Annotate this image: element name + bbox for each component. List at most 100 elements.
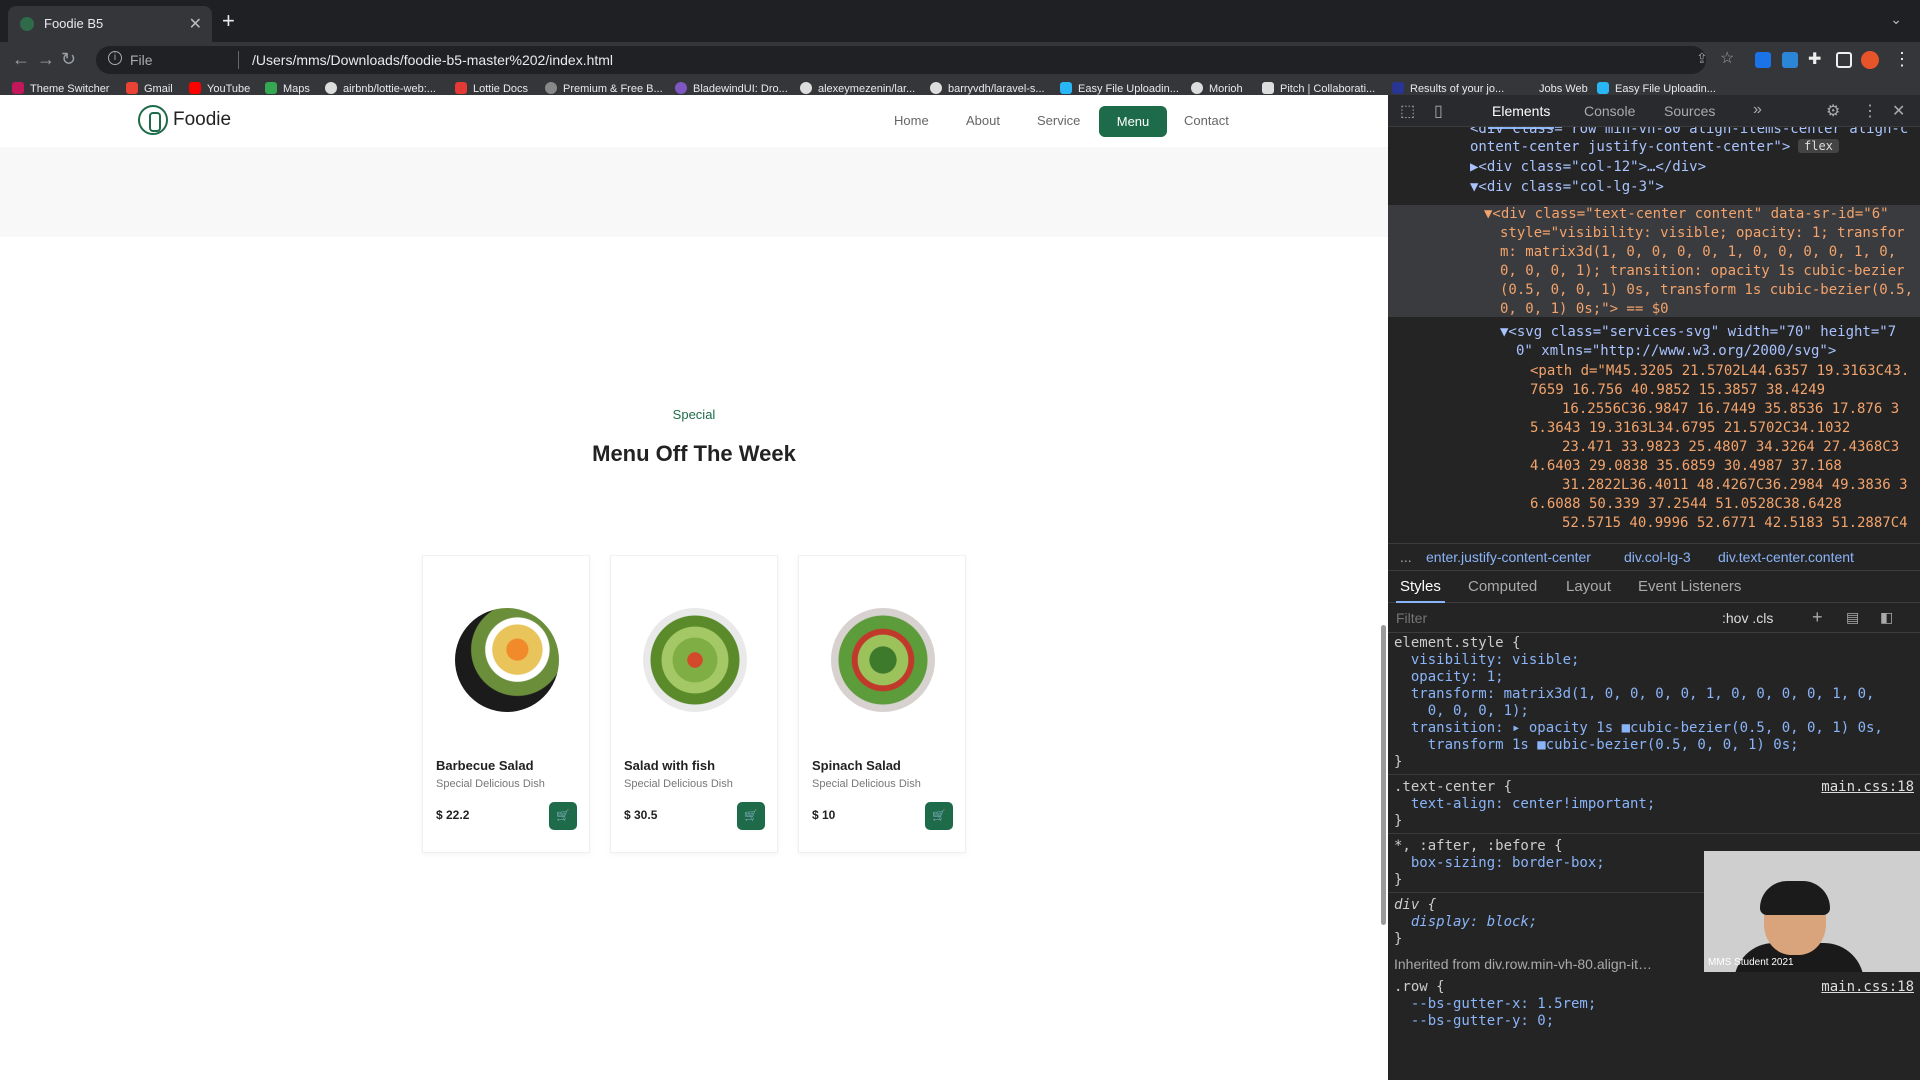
brand-name[interactable]: Foodie [173, 109, 231, 131]
breadcrumb-overflow[interactable]: ... [1400, 549, 1412, 565]
add-to-cart-icon[interactable]: 🛒 [737, 802, 765, 830]
style-line[interactable]: box-sizing: border-box; [1394, 855, 1605, 871]
style-line[interactable]: transform: matrix3d(1, 0, 0, 0, 0, 1, 0,… [1394, 686, 1875, 702]
website-viewport: Foodie Home About Service Menu Contact S… [0, 95, 1388, 1080]
new-style-rule-icon[interactable]: + [1812, 607, 1823, 628]
breadcrumb-content[interactable]: div.text-center.content [1718, 549, 1854, 565]
source-link[interactable]: main.css:18 [1821, 979, 1914, 995]
section-title: Menu Off The Week [592, 441, 796, 466]
bookmark-lottie-web[interactable]: airbnb/lottie-web:... [325, 82, 436, 95]
more-menu-icon[interactable]: ⋮ [1893, 49, 1911, 70]
style-line: transform 1s ■cubic-bezier(0.5, 0, 0, 1)… [1394, 737, 1799, 753]
tab-foodie[interactable]: Foodie B5 ✕ [8, 6, 212, 42]
dom-line: (0.5, 0, 0, 1) 0s, transform 1s cubic-be… [1500, 282, 1914, 298]
style-line: } [1394, 931, 1403, 947]
style-selector: *, :after, :before { [1394, 838, 1563, 854]
extensions-puzzle-icon[interactable]: ✚ [1808, 49, 1821, 69]
bookmark-jobs-web[interactable]: Jobs Web [1521, 82, 1588, 95]
style-line[interactable]: visibility: visible; [1394, 652, 1580, 668]
bookmark-maps[interactable]: Maps [265, 82, 310, 95]
close-devtools-icon[interactable]: ✕ [1892, 101, 1905, 121]
forward-icon[interactable]: → [37, 49, 55, 70]
toggle-sidebar-icon[interactable]: ◧ [1880, 609, 1893, 626]
reload-icon[interactable]: ↻ [61, 49, 76, 70]
bookmark-theme-switcher[interactable]: Theme Switcher [12, 82, 109, 95]
bookmark-bladewind[interactable]: BladewindUI: Dro... [675, 82, 788, 95]
breadcrumb-row[interactable]: enter.justify-content-center [1426, 549, 1591, 565]
github-icon [800, 82, 812, 94]
bookmark-barryvdh[interactable]: barryvdh/laravel-s... [930, 82, 1045, 95]
bookmark-pitch[interactable]: Pitch | Collaborati... [1262, 82, 1375, 95]
pitch-icon [1262, 82, 1274, 94]
new-tab-icon[interactable]: + [222, 8, 235, 34]
element-state-icon[interactable]: ▤ [1846, 609, 1859, 626]
dom-line: 6.6088 50.339 37.2544 51.0528C38.6428 [1530, 496, 1842, 512]
page-scrollbar[interactable] [1381, 625, 1386, 925]
dom-line[interactable]: ▼<div class="col-lg-3"> [1470, 179, 1664, 195]
site-info-icon[interactable]: i [108, 51, 122, 65]
share-icon[interactable]: ⇪ [1696, 50, 1708, 67]
nav-service[interactable]: Service [1037, 113, 1080, 128]
inspect-element-icon[interactable]: ⬚ [1400, 101, 1415, 121]
bookmark-premium-free[interactable]: Premium & Free B... [545, 82, 663, 95]
more-tabs-icon[interactable]: » [1753, 101, 1762, 119]
bookmark-morioh[interactable]: Morioh [1191, 82, 1243, 95]
tab-console[interactable]: Console [1584, 103, 1635, 119]
tab-computed[interactable]: Computed [1468, 578, 1537, 595]
dish-price: $ 30.5 [624, 808, 658, 822]
bookmark-results[interactable]: Results of your jo... [1392, 82, 1504, 95]
settings-gear-icon[interactable]: ⚙ [1826, 101, 1840, 121]
bookmark-easy-file-2[interactable]: Easy File Uploadin... [1597, 82, 1716, 95]
device-toolbar-icon[interactable]: ▯ [1434, 101, 1443, 121]
flex-badge[interactable]: flex [1798, 139, 1839, 153]
dom-line: 16.2556C36.9847 16.7449 35.8536 17.876 3 [1562, 401, 1900, 417]
style-line[interactable]: opacity: 1; [1394, 669, 1504, 685]
style-line[interactable]: text-align: center!important; [1394, 796, 1655, 812]
style-line: 0, 0, 0, 1); [1394, 703, 1529, 719]
dom-line[interactable]: ▼<svg class="services-svg" width="70" he… [1500, 324, 1896, 340]
dom-line: m: matrix3d(1, 0, 0, 0, 0, 1, 0, 0, 0, 0… [1500, 244, 1897, 260]
add-to-cart-icon[interactable]: 🛒 [549, 802, 577, 830]
dom-line: 0" xmlns="http://www.w3.org/2000/svg"> [1516, 343, 1837, 359]
back-icon[interactable]: ← [12, 49, 30, 70]
filter-tools[interactable]: :hov .cls [1722, 610, 1773, 626]
inherited-from[interactable]: Inherited from div.row.min-vh-80.align-i… [1394, 956, 1652, 972]
source-link[interactable]: main.css:18 [1821, 779, 1914, 795]
tab-elements[interactable]: Elements [1487, 103, 1555, 129]
bookmark-lottie-docs[interactable]: Lottie Docs [455, 82, 528, 95]
tab-sources[interactable]: Sources [1664, 103, 1715, 119]
bookmark-gmail[interactable]: Gmail [126, 82, 173, 95]
style-line[interactable]: transition: ▸ opacity 1s ■cubic-bezier(0… [1394, 720, 1883, 736]
bookmark-youtube[interactable]: YouTube [189, 82, 250, 95]
close-tab-icon[interactable]: ✕ [189, 14, 202, 34]
bookmark-star-icon[interactable]: ☆ [1720, 48, 1734, 68]
style-line[interactable]: --bs-gutter-x: 1.5rem; [1394, 996, 1596, 1012]
sidepanel-icon[interactable] [1836, 52, 1852, 68]
tab-styles[interactable]: Styles [1396, 578, 1445, 603]
url-text[interactable]: /Users/mms/Downloads/foodie-b5-master%20… [252, 52, 613, 68]
breadcrumb-col[interactable]: div.col-lg-3 [1624, 549, 1691, 565]
tab-event-listeners[interactable]: Event Listeners [1638, 578, 1741, 595]
style-line[interactable]: --bs-gutter-y: 0; [1394, 1013, 1554, 1029]
nav-contact[interactable]: Contact [1184, 113, 1229, 128]
tab-layout[interactable]: Layout [1566, 578, 1611, 595]
spinach-salad-image [831, 608, 935, 712]
dom-tree[interactable]: <div class="row min-vh-80 align-items-ce… [1388, 127, 1920, 545]
dom-line-selected[interactable]: ▼<div class="text-center content" data-s… [1484, 206, 1889, 222]
foodie-logo-icon[interactable] [138, 105, 168, 135]
extension-f-icon[interactable] [1782, 52, 1798, 68]
dom-line: 23.471 33.9823 25.4807 34.3264 27.4368C3 [1562, 439, 1900, 455]
bookmark-easy-file-1[interactable]: Easy File Uploadin... [1060, 82, 1179, 95]
omnibox[interactable]: i File /Users/mms/Downloads/foodie-b5-ma… [96, 46, 1706, 74]
profile-avatar-icon[interactable] [1861, 51, 1879, 69]
dom-line[interactable]: ▶<div class="col-12">…</div> [1470, 159, 1706, 175]
extension-shield-icon[interactable] [1755, 52, 1771, 68]
bookmark-alexeymezenin[interactable]: alexeymezenin/lar... [800, 82, 915, 95]
nav-home[interactable]: Home [894, 113, 929, 128]
tab-search-chevron-icon[interactable]: ⌄ [1890, 11, 1902, 28]
nav-about[interactable]: About [966, 113, 1000, 128]
styles-filter-input[interactable] [1396, 607, 1696, 629]
add-to-cart-icon[interactable]: 🛒 [925, 802, 953, 830]
nav-menu[interactable]: Menu [1099, 106, 1167, 137]
devtools-menu-icon[interactable]: ⋮ [1862, 101, 1878, 121]
